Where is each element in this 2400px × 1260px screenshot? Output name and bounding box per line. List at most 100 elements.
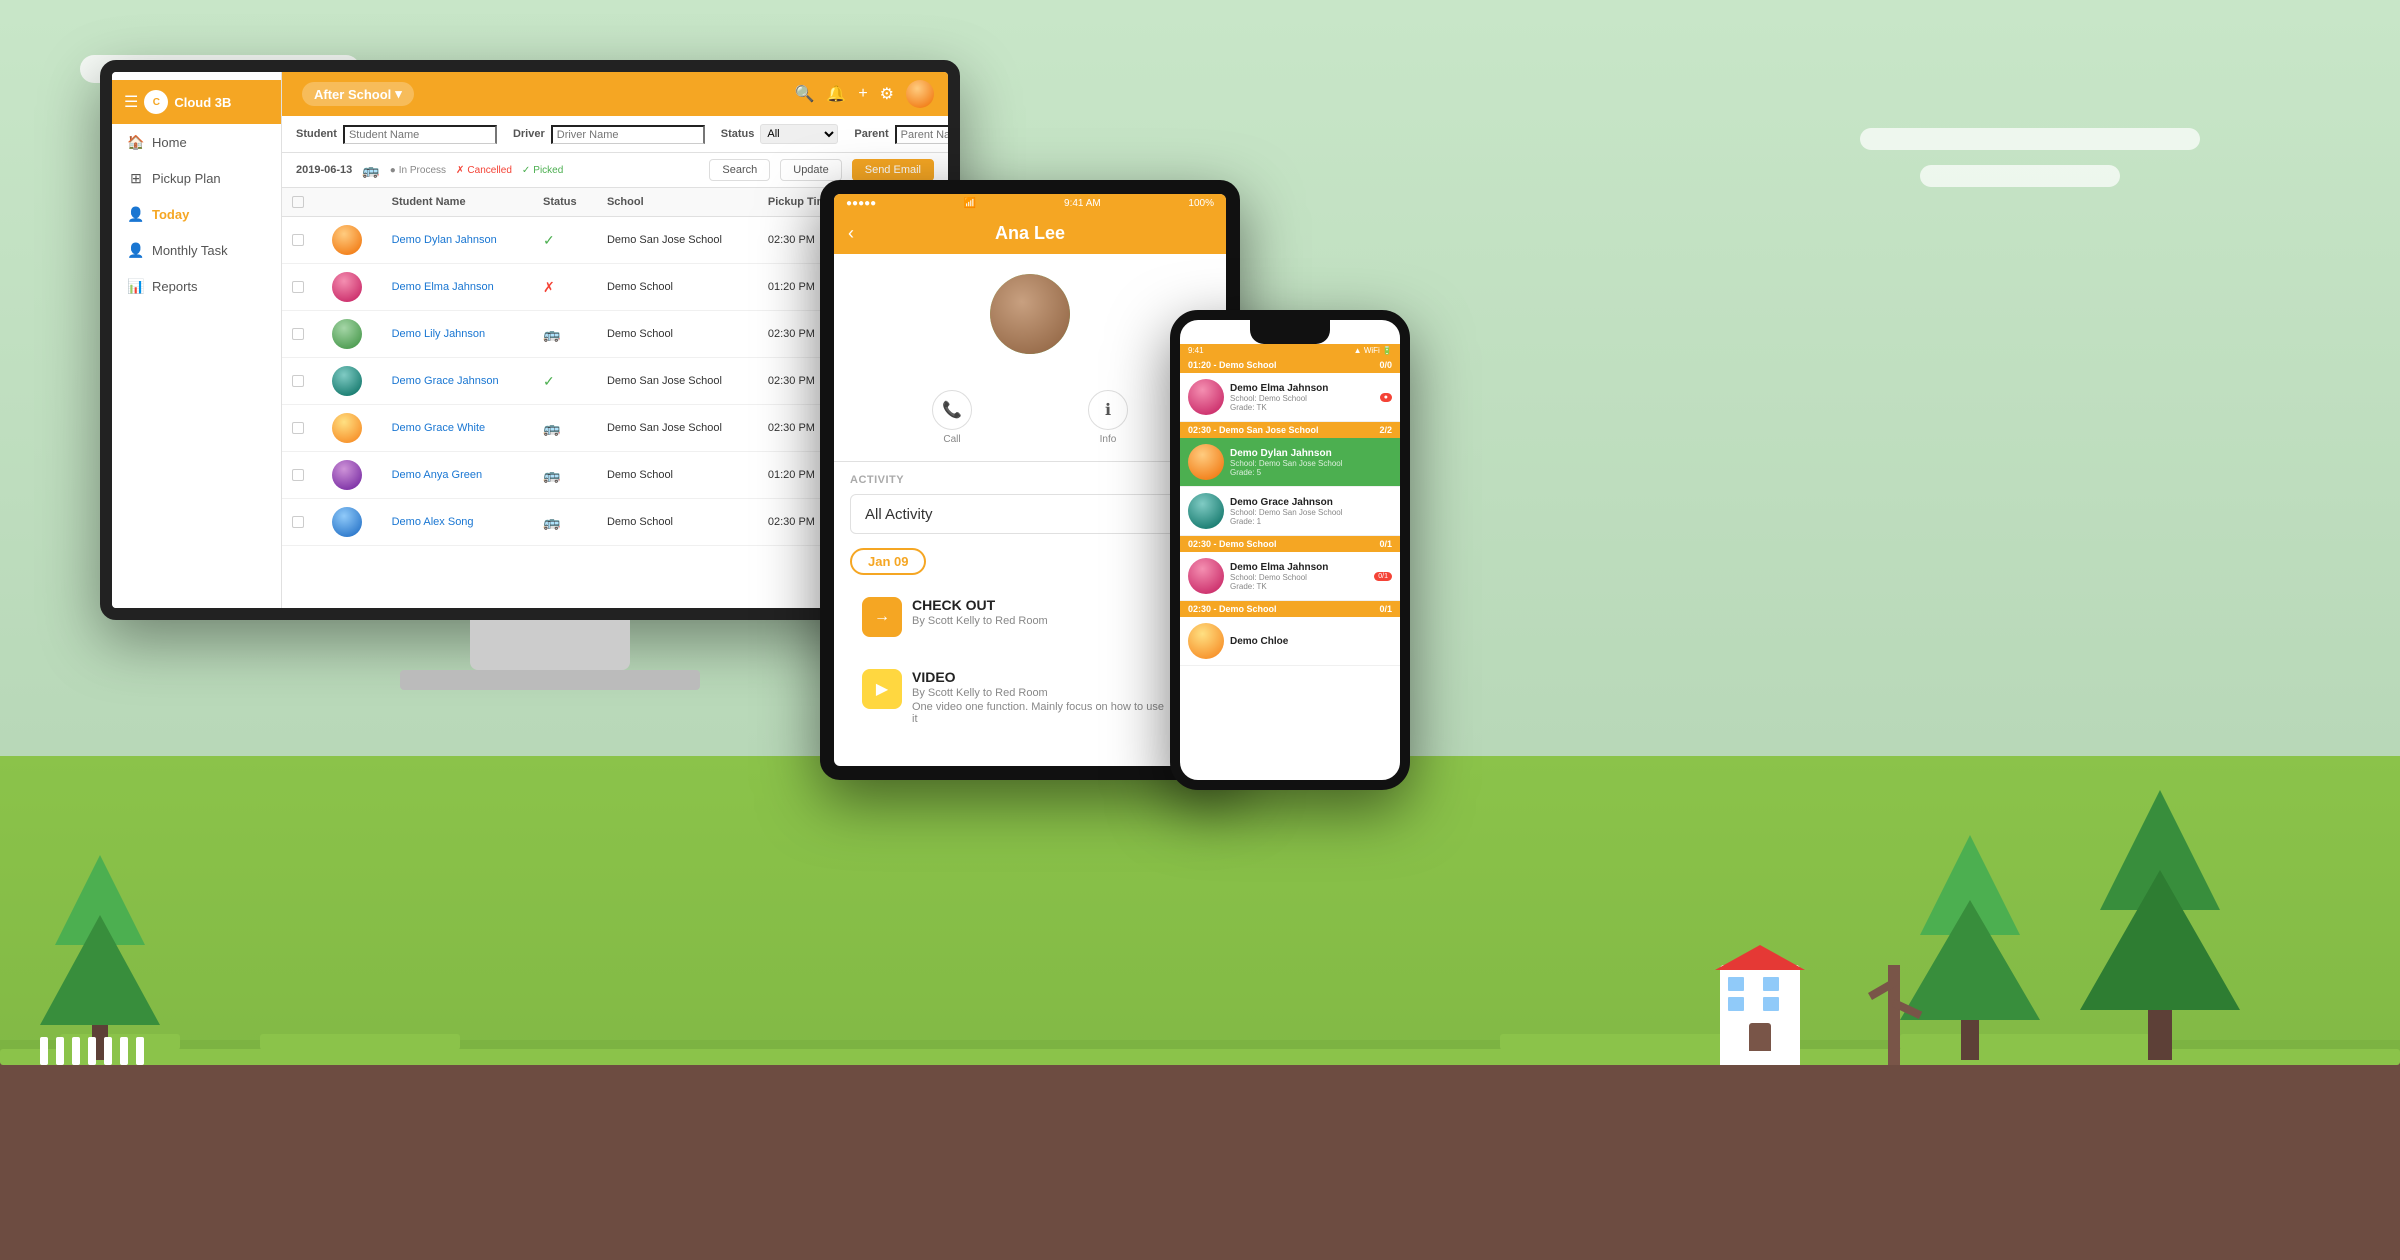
avatar-2 <box>332 319 362 349</box>
status-cancelled: ✗ Cancelled <box>456 165 512 176</box>
status-icon-check: ✓ <box>543 232 555 248</box>
tablet-actions: 📞 Call ℹ Info <box>834 374 1226 462</box>
col-name: Student Name <box>382 188 533 217</box>
status-icon-bus: 🚌 <box>543 420 560 436</box>
status-icon-check: ✓ <box>543 373 555 389</box>
student-name-link-6[interactable]: Demo Alex Song <box>392 516 474 528</box>
phone-item-grade-2: Grade: 1 <box>1230 517 1392 526</box>
sidebar-item-reports[interactable]: 📊 Reports <box>112 268 281 304</box>
phone-item-name-1: Demo Dylan Jahnson <box>1230 448 1392 459</box>
student-name-link-2[interactable]: Demo Lily Jahnson <box>392 328 486 340</box>
sidebar-item-home[interactable]: 🏠 Home <box>112 124 281 160</box>
phone-list-item-3[interactable]: Demo Elma Jahnson School: Demo School Gr… <box>1180 552 1400 601</box>
student-input[interactable] <box>343 125 497 144</box>
home-icon: 🏠 <box>128 134 144 150</box>
date-display: 2019-06-13 <box>296 164 352 176</box>
update-button[interactable]: Update <box>780 159 841 181</box>
search-button[interactable]: Search <box>709 159 770 181</box>
row-avatar-4 <box>322 405 382 452</box>
student-name-link-1[interactable]: Demo Elma Jahnson <box>392 281 494 293</box>
sidebar-item-pickup[interactable]: ⊞ Pickup Plan <box>112 160 281 196</box>
phone-item-text-4: Demo Chloe <box>1230 636 1392 647</box>
tablet-header: ‹ Ana Lee <box>834 213 1226 254</box>
row-status-2: 🚌 <box>533 311 597 358</box>
avatar-6 <box>332 507 362 537</box>
row-checkbox-2 <box>282 311 322 358</box>
phone-group-4-count: 0/1 <box>1379 604 1392 614</box>
send-email-button[interactable]: Send Email <box>852 159 934 181</box>
phone-list-item-1[interactable]: Demo Dylan Jahnson School: Demo San Jose… <box>1180 438 1400 487</box>
row-school-2: Demo School <box>597 311 758 358</box>
row-name-4: Demo Grace White <box>382 405 533 452</box>
avatar-5 <box>332 460 362 490</box>
sidebar: ☰ C Cloud 3B 🏠 Home ⊞ Pickup Plan 👤 Toda… <box>112 72 282 608</box>
row-checkbox-5 <box>282 452 322 499</box>
phone-item-school-0: School: Demo School <box>1230 394 1374 403</box>
student-name-link-0[interactable]: Demo Dylan Jahnson <box>392 234 497 246</box>
avatar-1 <box>332 272 362 302</box>
info-button[interactable]: ℹ Info <box>1088 390 1128 445</box>
phone-list-item-0[interactable]: Demo Elma Jahnson School: Demo School Gr… <box>1180 373 1400 422</box>
phone-group-4-time: 02:30 - Demo School <box>1188 604 1277 614</box>
row-school-1: Demo School <box>597 264 758 311</box>
activity-select[interactable]: All Activity ▾ <box>850 494 1210 534</box>
activity-select-label: All Activity <box>865 506 933 523</box>
call-button[interactable]: 📞 Call <box>932 390 972 445</box>
phone-badge-0: ● <box>1380 393 1392 402</box>
student-name-link-3[interactable]: Demo Grace Jahnson <box>392 375 499 387</box>
search-icon[interactable]: 🔍 <box>794 84 814 104</box>
row-checkbox-4 <box>282 405 322 452</box>
reports-icon: 📊 <box>128 278 144 294</box>
phone-list: 01:20 - Demo School 0/0 Demo Elma Jahnso… <box>1180 357 1400 666</box>
row-checkbox-1 <box>282 264 322 311</box>
row-checkbox-6 <box>282 499 322 546</box>
phone-item-name-0: Demo Elma Jahnson <box>1230 383 1374 394</box>
dot-inprocess: ● <box>390 165 396 176</box>
status-icon-x: ✗ <box>543 279 555 295</box>
video-desc: One video one function. Mainly focus on … <box>912 701 1167 725</box>
row-school-4: Demo San Jose School <box>597 405 758 452</box>
parent-input[interactable] <box>895 125 948 144</box>
bell-icon[interactable]: 🔔 <box>826 84 846 104</box>
date-chip: Jan 09 <box>850 548 926 575</box>
call-icon: 📞 <box>932 390 972 430</box>
phone-list-item-2[interactable]: Demo Grace Jahnson School: Demo San Jose… <box>1180 487 1400 536</box>
row-avatar-1 <box>322 264 382 311</box>
student-label: Student <box>296 128 337 140</box>
parent-filter: Parent <box>854 125 948 144</box>
plus-icon[interactable]: + <box>858 85 867 103</box>
tablet-avatar <box>990 274 1070 354</box>
tree-2 <box>1900 835 2040 1060</box>
status-inprocess: ● In Process <box>390 165 446 176</box>
phone-item-grade-0: Grade: TK <box>1230 403 1374 412</box>
checkout-title: CHECK OUT <box>912 597 1167 613</box>
phone-item-school-1: School: Demo San Jose School <box>1230 459 1392 468</box>
phone-item-grade-1: Grade: 5 <box>1230 468 1392 477</box>
module-title[interactable]: After School ▾ <box>302 82 414 106</box>
back-button[interactable]: ‹ <box>848 223 854 244</box>
row-avatar-5 <box>322 452 382 499</box>
row-status-5: 🚌 <box>533 452 597 499</box>
info-icon: ℹ <box>1088 390 1128 430</box>
gear-icon[interactable]: ⚙ <box>880 84 894 104</box>
row-status-4: 🚌 <box>533 405 597 452</box>
phone-icons: ▲ WiFi 🔋 <box>1354 346 1392 355</box>
phone-list-item-4[interactable]: Demo Chloe <box>1180 617 1400 666</box>
tree-left-1 <box>40 855 160 1060</box>
sidebar-item-today[interactable]: 👤 Today <box>112 196 281 232</box>
col-checkbox <box>282 188 322 217</box>
student-name-link-4[interactable]: Demo Grace White <box>392 422 486 434</box>
user-avatar[interactable] <box>906 80 934 108</box>
menu-icon[interactable]: ☰ <box>124 92 138 112</box>
activity-checkout: → CHECK OUT By Scott Kelly to Red Room 6… <box>850 585 1210 649</box>
sidebar-item-monthly[interactable]: 👤 Monthly Task <box>112 232 281 268</box>
tablet-title: Ana Lee <box>995 223 1065 244</box>
video-sub: By Scott Kelly to Red Room <box>912 687 1167 699</box>
student-name-link-5[interactable]: Demo Anya Green <box>392 469 483 481</box>
status-select[interactable]: All In Process Cancelled Picked <box>760 124 838 144</box>
sidebar-label-monthly: Monthly Task <box>152 243 228 258</box>
driver-input[interactable] <box>551 125 705 144</box>
row-status-6: 🚌 <box>533 499 597 546</box>
phone-group-2-count: 2/2 <box>1379 425 1392 435</box>
row-name-3: Demo Grace Jahnson <box>382 358 533 405</box>
